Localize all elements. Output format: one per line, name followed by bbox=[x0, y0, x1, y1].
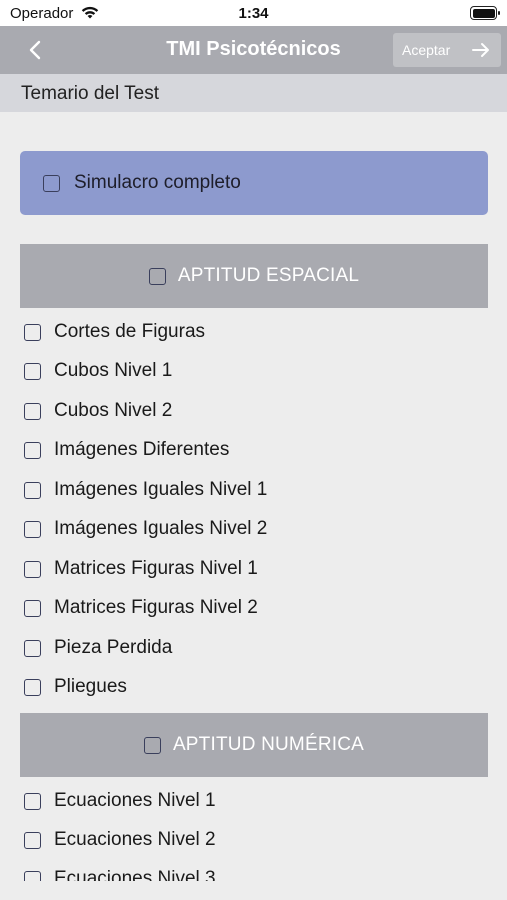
subheader-title: Temario del Test bbox=[21, 83, 159, 104]
item-label: Imágenes Diferentes bbox=[54, 439, 230, 460]
list-item[interactable]: Imágenes Diferentes bbox=[23, 436, 483, 466]
section-title: APTITUD NUMÉRICA bbox=[172, 734, 365, 755]
list-item[interactable]: Ecuaciones Nivel 2 bbox=[23, 826, 483, 856]
navigation-bar: TMI Psicotécnicos Aceptar bbox=[0, 26, 507, 74]
item-checkbox[interactable] bbox=[24, 793, 41, 810]
item-label: Pliegues bbox=[54, 676, 127, 697]
full-simulation-label: Simulacro completo bbox=[74, 172, 241, 193]
accept-button-label: Aceptar bbox=[402, 42, 451, 58]
section-checkbox-aptitud-espacial[interactable] bbox=[148, 267, 166, 285]
item-label: Ecuaciones Nivel 1 bbox=[54, 790, 216, 811]
item-label: Imágenes Iguales Nivel 1 bbox=[54, 479, 268, 500]
section-header-aptitud-espacial[interactable]: APTITUD ESPACIAL bbox=[20, 244, 488, 308]
item-checkbox[interactable] bbox=[24, 521, 41, 538]
item-label: Cortes de Figuras bbox=[54, 321, 206, 342]
item-label: Cubos Nivel 2 bbox=[54, 400, 173, 421]
item-label: Ecuaciones Nivel 2 bbox=[54, 829, 216, 850]
item-checkbox[interactable] bbox=[24, 482, 41, 499]
item-checkbox[interactable] bbox=[24, 640, 41, 657]
item-label: Pieza Perdida bbox=[54, 637, 173, 658]
full-simulation-option[interactable]: Simulacro completo bbox=[20, 151, 488, 215]
item-checkbox[interactable] bbox=[24, 442, 41, 459]
item-checkbox[interactable] bbox=[24, 561, 41, 578]
arrow-right-icon bbox=[472, 43, 489, 57]
bottom-edge bbox=[0, 881, 507, 900]
list-item[interactable]: Pliegues bbox=[23, 673, 483, 703]
list-item[interactable]: Cubos Nivel 2 bbox=[23, 397, 483, 427]
item-checkbox[interactable] bbox=[24, 679, 41, 696]
item-label: Matrices Figuras Nivel 1 bbox=[54, 558, 258, 579]
list-item[interactable]: Pieza Perdida bbox=[23, 634, 483, 664]
list-item[interactable]: Ecuaciones Nivel 1 bbox=[23, 787, 483, 817]
section-checkbox-aptitud-numerica[interactable] bbox=[143, 736, 161, 754]
full-simulation-checkbox[interactable] bbox=[43, 175, 60, 192]
section-header-aptitud-numerica[interactable]: APTITUD NUMÉRICA bbox=[20, 713, 488, 777]
item-label: Matrices Figuras Nivel 2 bbox=[54, 597, 258, 618]
list-item[interactable]: Matrices Figuras Nivel 2 bbox=[23, 594, 483, 624]
list-item[interactable]: Cortes de Figuras bbox=[23, 318, 483, 348]
item-checkbox[interactable] bbox=[24, 600, 41, 617]
list-item[interactable]: Imágenes Iguales Nivel 2 bbox=[23, 515, 483, 545]
list-item[interactable]: Matrices Figuras Nivel 1 bbox=[23, 555, 483, 585]
item-checkbox[interactable] bbox=[24, 832, 41, 849]
item-checkbox[interactable] bbox=[24, 363, 41, 380]
item-checkbox[interactable] bbox=[24, 403, 41, 420]
accept-button[interactable]: Aceptar bbox=[393, 33, 501, 67]
clock: 1:34 bbox=[238, 5, 269, 22]
status-bar: Operador 1:34 bbox=[0, 0, 507, 26]
item-label: Imágenes Iguales Nivel 2 bbox=[54, 518, 268, 539]
list-item[interactable]: Cubos Nivel 1 bbox=[23, 357, 483, 387]
item-label: Cubos Nivel 1 bbox=[54, 360, 173, 381]
battery-icon bbox=[470, 6, 500, 20]
list-item[interactable]: Imágenes Iguales Nivel 1 bbox=[23, 476, 483, 506]
section-subheader: Temario del Test bbox=[0, 74, 507, 112]
item-checkbox[interactable] bbox=[24, 324, 41, 341]
section-title: APTITUD ESPACIAL bbox=[177, 265, 360, 286]
